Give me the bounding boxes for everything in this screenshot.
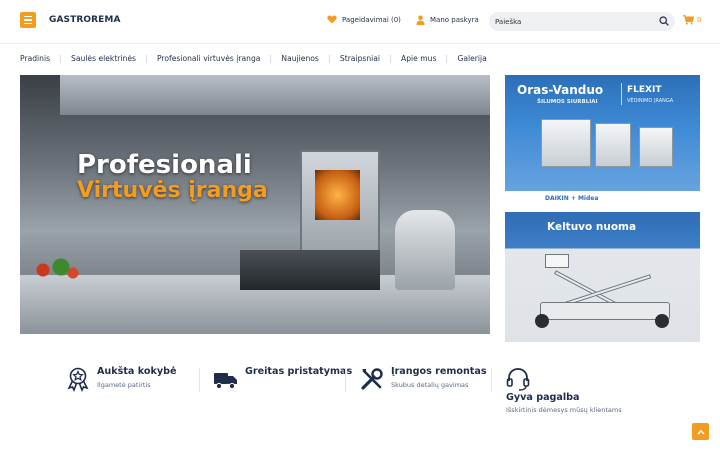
banner-footer [505,191,700,205]
heat-pump-banner[interactable]: Oras-Vanduo ŠILUMOS SIURBLIAI FLEXIT VĖD… [505,75,700,205]
feature-title: Gyva pagalba [506,392,580,403]
hamburger-menu-button[interactable] [20,12,36,28]
lift-rental-banner[interactable]: Keltuvo nuoma [505,212,700,342]
heart-icon [327,15,337,24]
chevron-up-icon [696,429,705,435]
nav-divider [390,54,392,63]
feature-title: Aukšta kokybė [97,366,177,377]
account-link[interactable]: Mano paskyra [416,15,479,25]
hero-title: Profesionali [77,150,252,180]
lift-wheel-image [655,314,669,328]
nav-divider [270,54,272,63]
stove-image [240,250,380,290]
nav-divider [446,54,448,63]
nav-divider [60,54,62,63]
banner-divider [621,83,622,105]
partner-logos: DAIKIN + Midea [545,195,599,202]
nav-divider [328,54,330,63]
feature-divider [345,368,346,392]
award-icon [67,367,89,392]
menu-bar [24,19,32,21]
flexit-subtitle: VĖDINIMO ĮRANGA [627,98,674,104]
cart-icon [683,15,694,25]
hero-banner[interactable]: Profesionali Virtuvės įranga [20,75,490,334]
heat-pump-title: Oras-Vanduo [517,83,604,97]
feature-title: Įrangos remontas [391,366,487,377]
tools-icon [361,368,383,390]
vegetables-image [25,255,85,285]
user-icon [416,15,425,25]
nav-item-articles[interactable]: Straipsniai [340,54,380,63]
oven-glow-image [315,170,360,220]
lift-base-image [540,302,670,320]
cart-link[interactable]: 0 [683,15,701,25]
feature-divider [199,368,200,392]
scroll-to-top-button[interactable] [692,423,709,440]
cart-count: 0 [697,16,702,24]
heat-pump-unit-image [541,119,591,167]
feature-divider [491,368,492,392]
kitchen-hood-image [60,75,490,115]
hero-subtitle: Virtuvės įranga [77,178,268,203]
site-header: GASTROREMA Pageidavimai (0) Mano paskyra… [0,0,720,44]
nav-item-kitchen-equipment[interactable]: Profesionali virtuvės įranga [157,54,260,63]
search-input[interactable] [489,12,675,31]
menu-bar [24,16,32,18]
wishlist-label: Pageidavimai (0) [342,15,401,24]
menu-bar [24,22,32,24]
nav-item-pradinis[interactable]: Pradinis [20,54,50,63]
site-logo[interactable]: GASTROREMA [49,15,121,25]
features-row: Aukšta kokybė Ilgametė patirtis Greitas … [65,366,665,426]
nav-item-about[interactable]: Apie mus [401,54,436,63]
lift-wheel-image [535,314,549,328]
heat-pump-unit-image [595,123,631,167]
wishlist-link[interactable]: Pageidavimai (0) [327,15,401,24]
account-label: Mano paskyra [430,16,479,24]
feature-title: Greitas pristatymas [245,366,353,377]
ventilation-unit-image [639,127,673,167]
nav-item-news[interactable]: Naujienos [281,54,318,63]
headset-icon [506,368,530,391]
lift-rental-title: Keltuvo nuoma [547,221,637,233]
heat-pump-subtitle: ŠILUMOS SIURBLIAI [537,99,598,105]
lift-basket-image [545,254,569,268]
search-icon[interactable] [659,16,669,26]
main-nav: Pradinis Saulės elektrinės Profesionali … [20,54,487,63]
feature-description: Išskirtinis dėmesys mūsų klientams [506,406,622,414]
flexit-brand: FLEXIT [627,85,662,95]
feature-description: Ilgametė patirtis [97,381,151,389]
feature-description: Skubus detalių gavimas [391,381,469,389]
nav-item-gallery[interactable]: Galerija [457,54,486,63]
nav-item-solar[interactable]: Saulės elektrinės [71,54,136,63]
nav-divider [145,54,147,63]
truck-icon [214,373,237,390]
mixer-image [395,210,455,290]
